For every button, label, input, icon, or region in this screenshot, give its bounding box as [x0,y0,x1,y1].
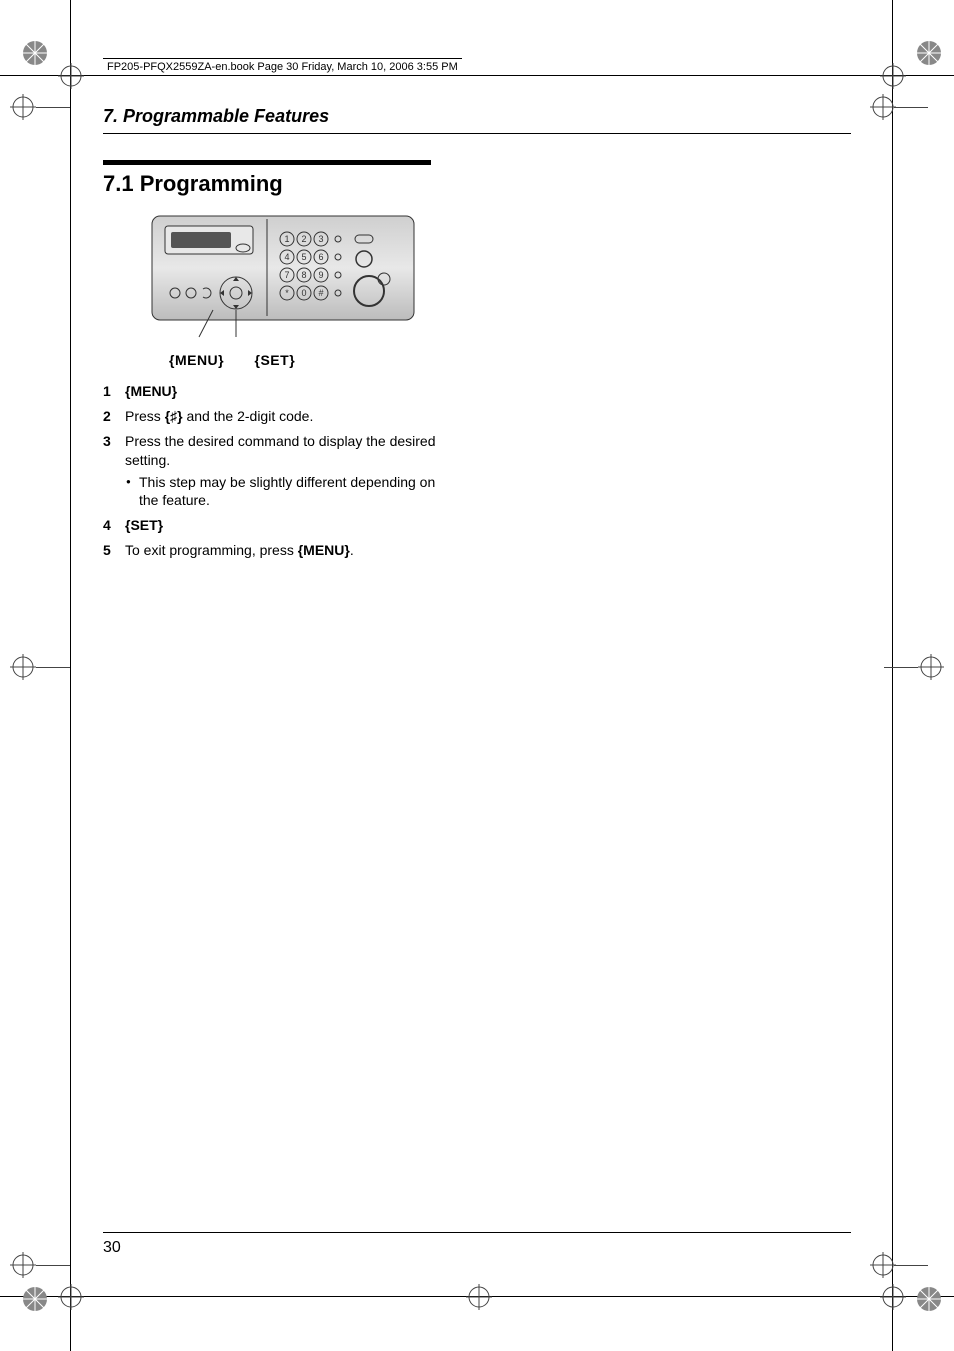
svg-text:6: 6 [318,252,323,262]
crop-mark-icon [58,63,84,89]
step-number: 1 [103,382,125,401]
registration-ball-icon [22,1286,48,1312]
registration-ball-icon [22,40,48,66]
header-page-reference: FP205-PFQX2559ZA-en.book Page 30 Friday,… [103,58,462,76]
step-1-text: {MENU} [125,382,441,401]
svg-text:5: 5 [301,252,306,262]
svg-text:9: 9 [318,270,323,280]
step-number: 4 [103,516,125,535]
step-number: 5 [103,541,125,560]
crop-mark-icon [10,1252,36,1278]
registration-ball-icon [916,1286,942,1312]
crop-mark-icon [870,94,896,120]
programming-steps: 1 {MENU} 2 Press {♯} and the 2-digit cod… [103,382,441,560]
svg-text:1: 1 [284,234,289,244]
crop-mark-line [894,107,928,108]
crop-mark-icon [10,94,36,120]
crop-mark-icon [58,1284,84,1310]
chapter-rule [103,133,851,134]
svg-text:#: # [318,288,323,298]
step-4-text: {SET} [125,516,441,535]
step-number: 3 [103,432,125,511]
crop-mark-icon [880,63,906,89]
crop-mark-line [36,1265,70,1266]
crop-mark-line [894,1265,928,1266]
step-5-text: To exit programming, press {MENU}. [125,541,441,560]
crop-mark-line [36,667,70,668]
step-2-text: Press {♯} and the 2-digit code. [125,407,441,426]
registration-ball-icon [916,40,942,66]
crop-mark-icon [466,1284,492,1310]
chapter-title: 7. Programmable Features [103,106,851,127]
device-illustration: 1 2 3 4 5 6 7 8 9 * 0 # [151,215,441,344]
svg-text:*: * [285,288,289,298]
crop-mark-line [36,107,70,108]
step-3-note: This step may be slightly different depe… [125,473,441,511]
illustration-key-labels: {MENU} {SET} [169,352,441,368]
set-key-label: {SET} [255,352,296,368]
section-rule [103,160,431,165]
step-number: 2 [103,407,125,426]
page-number: 30 [103,1232,851,1257]
step-3-text: Press the desired command to display the… [125,432,441,511]
crop-mark-icon [880,1284,906,1310]
section-title: 7.1 Programming [103,171,441,197]
svg-text:2: 2 [301,234,306,244]
svg-text:3: 3 [318,234,323,244]
svg-text:8: 8 [301,270,306,280]
svg-text:0: 0 [301,288,306,298]
crop-mark-icon [870,1252,896,1278]
menu-key-label: {MENU} [169,352,224,368]
crop-mark-icon [918,654,944,680]
crop-mark-icon [10,654,36,680]
crop-mark-line [884,667,918,668]
svg-text:4: 4 [284,252,289,262]
svg-text:7: 7 [284,270,289,280]
